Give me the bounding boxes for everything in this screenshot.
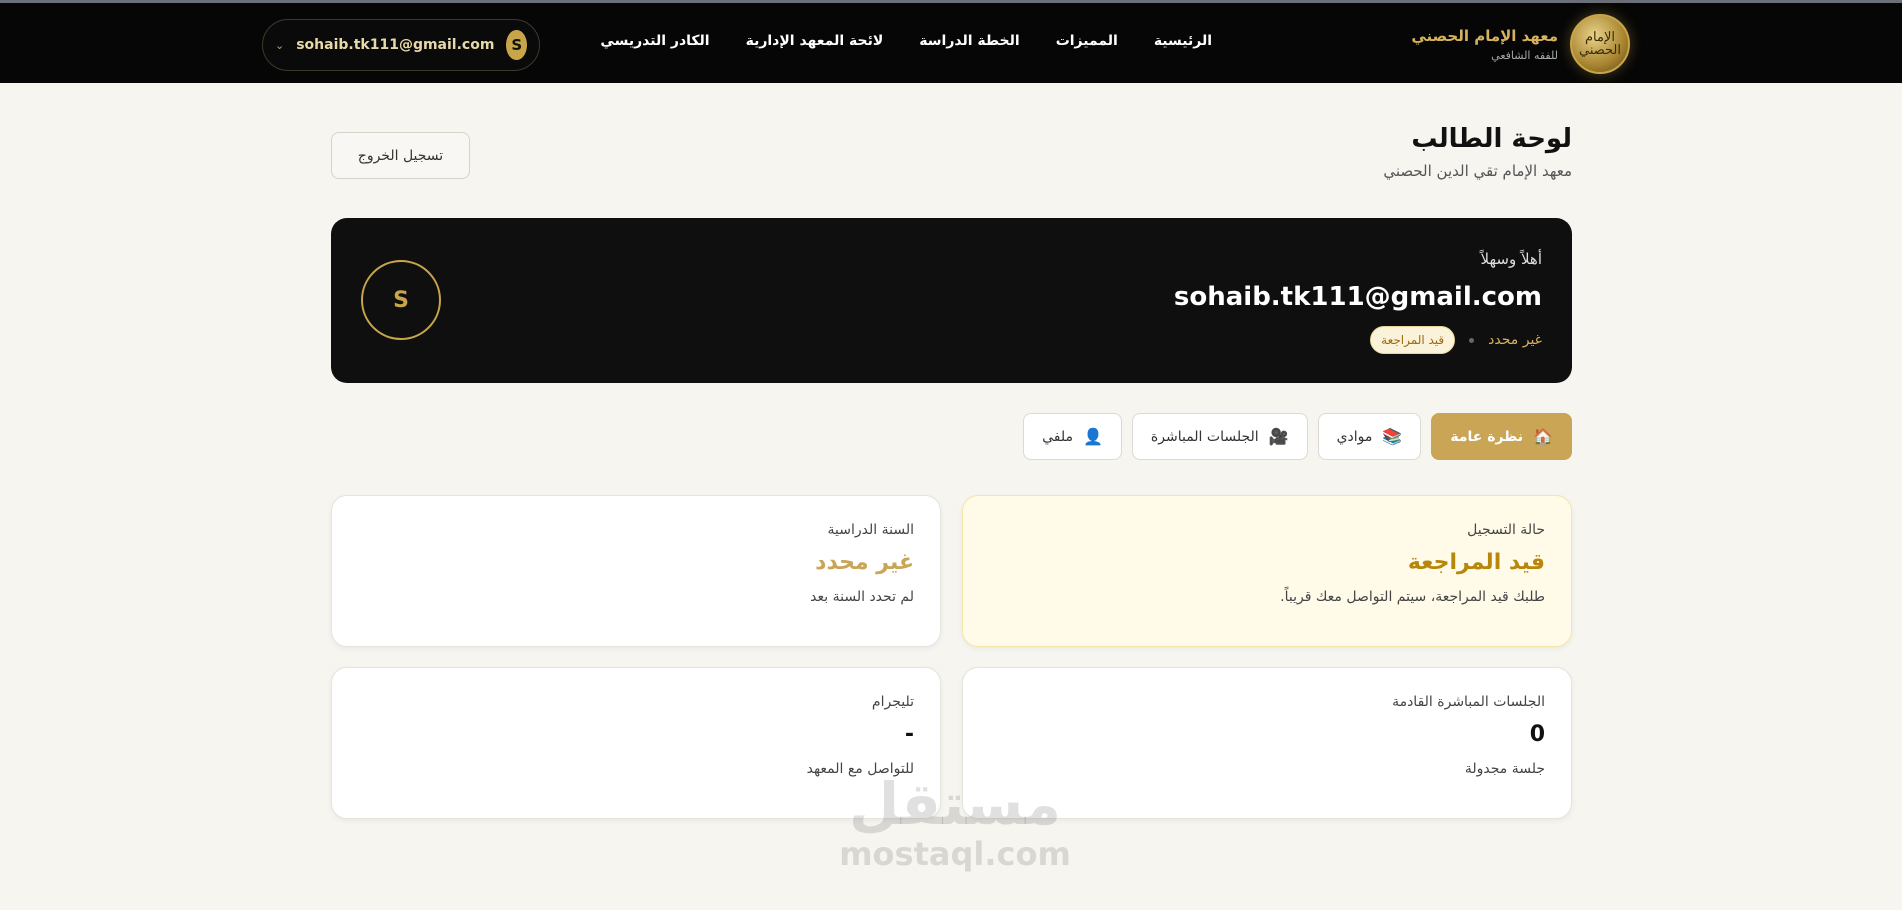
card-description: لم تحدد السنة بعد	[810, 589, 914, 605]
tab-overview[interactable]: 🏠 نظرة عامة	[1431, 413, 1572, 460]
video-camera-icon: 🎥	[1268, 427, 1289, 446]
books-icon: 📚	[1382, 427, 1403, 446]
nav-link-regulations[interactable]: لائحة المعهد الإدارية	[746, 33, 884, 49]
welcome-text: أهلاً وسهلاً	[1480, 250, 1542, 268]
card-description: طلبك قيد المراجعة، سيتم التواصل معك قريب…	[1280, 589, 1545, 605]
card-label: حالة التسجيل	[1467, 522, 1545, 538]
page-title: لوحة الطالب	[1411, 124, 1572, 154]
card-label: السنة الدراسية	[827, 522, 914, 538]
tab-my-courses[interactable]: 📚 موادي	[1317, 413, 1422, 460]
nav-link-staff[interactable]: الكادر التدريسي	[600, 33, 709, 49]
card-value: قيد المراجعة	[1407, 550, 1545, 575]
nav-link-home[interactable]: الرئيسية	[1154, 33, 1212, 49]
page-header: لوحة الطالب معهد الإمام تقي الدين الحصني	[1383, 124, 1572, 180]
card-description: للتواصل مع المعهد	[806, 761, 914, 777]
card-value: -	[904, 722, 914, 747]
brand[interactable]: الإمام الحصني معهد الإمام الحصني للفقه ا…	[1411, 11, 1630, 77]
card-value: 0	[1529, 722, 1545, 747]
tab-label: ملفي	[1042, 428, 1073, 445]
student-avatar: S	[361, 260, 441, 340]
institute-logo: الإمام الحصني	[1570, 14, 1630, 74]
tab-label: موادي	[1336, 428, 1373, 445]
study-year-card: السنة الدراسية غير محدد لم تحدد السنة بع…	[331, 495, 941, 647]
card-label: الجلسات المباشرة القادمة	[1392, 694, 1545, 710]
logo-text: الإمام الحصني	[1579, 30, 1621, 58]
card-label: تليجرام	[871, 694, 914, 710]
home-icon: 🏠	[1533, 427, 1553, 446]
top-navbar: الإمام الحصني معهد الإمام الحصني للفقه ا…	[0, 0, 1902, 83]
tab-profile[interactable]: 👤 ملفي	[1023, 413, 1122, 460]
level-text: غير محدد	[1488, 332, 1542, 348]
registration-status-card: حالة التسجيل قيد المراجعة طلبك قيد المرا…	[962, 495, 1572, 647]
user-icon: 👤	[1083, 427, 1103, 446]
separator-dot	[1469, 337, 1475, 343]
logout-button[interactable]: تسجيل الخروج	[331, 132, 470, 179]
brand-subtitle: للفقه الشافعي	[1491, 48, 1558, 62]
dashboard-tabs: 🏠 نظرة عامة 📚 موادي 🎥 الجلسات المباشرة 👤…	[1023, 413, 1572, 460]
brand-name: معهد الإمام الحصني	[1411, 26, 1558, 45]
user-menu-button[interactable]: ⌄ sohaib.tk111@gmail.com S	[262, 19, 540, 71]
watermark-ar: مستقل	[848, 770, 1062, 838]
main-nav: الرئيسية المميزات الخطة الدراسة لائحة ال…	[600, 33, 1212, 49]
user-email: sohaib.tk111@gmail.com	[296, 37, 495, 53]
watermark: مستقل mostaql.com	[835, 775, 1075, 873]
watermark-en: mostaql.com	[839, 835, 1071, 873]
avatar: S	[506, 30, 527, 60]
card-value: غير محدد	[815, 550, 914, 575]
tab-label: الجلسات المباشرة	[1150, 428, 1259, 445]
chevron-down-icon: ⌄	[275, 38, 285, 52]
page-subtitle: معهد الإمام تقي الدين الحصني	[1383, 162, 1572, 180]
nav-link-features[interactable]: المميزات	[1056, 33, 1118, 49]
student-email: sohaib.tk111@gmail.com	[1173, 282, 1542, 312]
status-badge: قيد المراجعة	[1370, 326, 1456, 354]
tab-live-sessions[interactable]: 🎥 الجلسات المباشرة	[1131, 413, 1308, 460]
tab-label: نظرة عامة	[1450, 428, 1524, 445]
nav-link-study-plan[interactable]: الخطة الدراسة	[919, 33, 1019, 49]
welcome-banner: أهلاً وسهلاً sohaib.tk111@gmail.com غير …	[331, 218, 1572, 383]
